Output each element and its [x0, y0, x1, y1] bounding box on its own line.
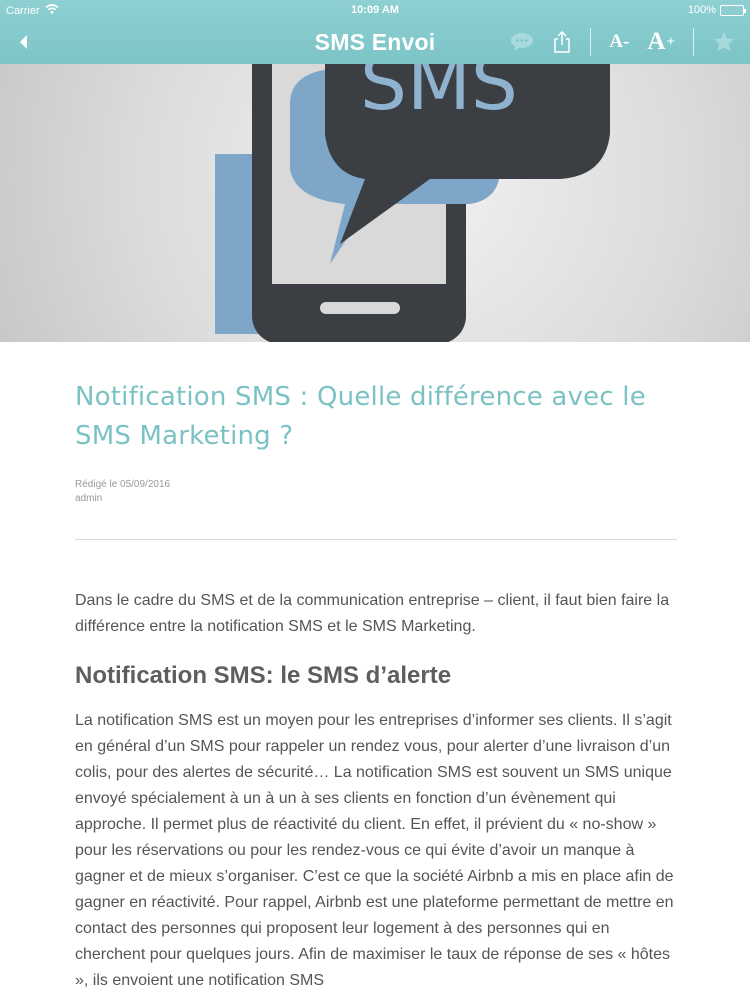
status-bar: Carrier 10:09 AM 100%: [0, 0, 750, 20]
status-time: 10:09 AM: [351, 4, 399, 16]
nav-separator: [693, 28, 694, 56]
font-decrease-button[interactable]: A-: [609, 26, 629, 58]
font-increase-symbol: +: [666, 33, 675, 50]
divider: [75, 539, 677, 540]
comment-icon[interactable]: [510, 26, 534, 58]
nav-bar: SMS Envoi A- A +: [0, 20, 750, 64]
article: Notification SMS : Quelle différence ave…: [75, 378, 677, 994]
sms-logo-text: SMS: [360, 64, 518, 127]
article-date: Rédigé le 05/09/2016: [75, 479, 171, 490]
star-icon[interactable]: [712, 26, 736, 58]
section-heading: Notification SMS: le SMS d’alerte: [75, 662, 452, 689]
top-bar: Carrier 10:09 AM 100% SMS Envoi A- A +: [0, 0, 750, 64]
battery-icon: [720, 4, 746, 16]
article-paragraph: La notification SMS est un moyen pour le…: [75, 712, 674, 989]
nav-separator: [590, 28, 592, 56]
font-increase-letter: A: [647, 28, 666, 55]
nav-actions: A- A +: [510, 26, 736, 58]
battery-percent: 100%: [687, 4, 716, 16]
font-increase-button[interactable]: A +: [647, 26, 675, 58]
article-intro: Dans le cadre du SMS et de la communicat…: [75, 592, 670, 635]
sms-phone-illustration: SMS: [215, 64, 610, 342]
article-meta: Rédigé le 05/09/2016 admin: [75, 478, 677, 506]
article-author: admin: [75, 493, 103, 504]
share-icon[interactable]: [552, 26, 572, 58]
article-title: Notification SMS : Quelle différence ave…: [75, 382, 646, 451]
hero-image: SMS: [0, 64, 750, 342]
status-right: 100%: [687, 4, 746, 16]
